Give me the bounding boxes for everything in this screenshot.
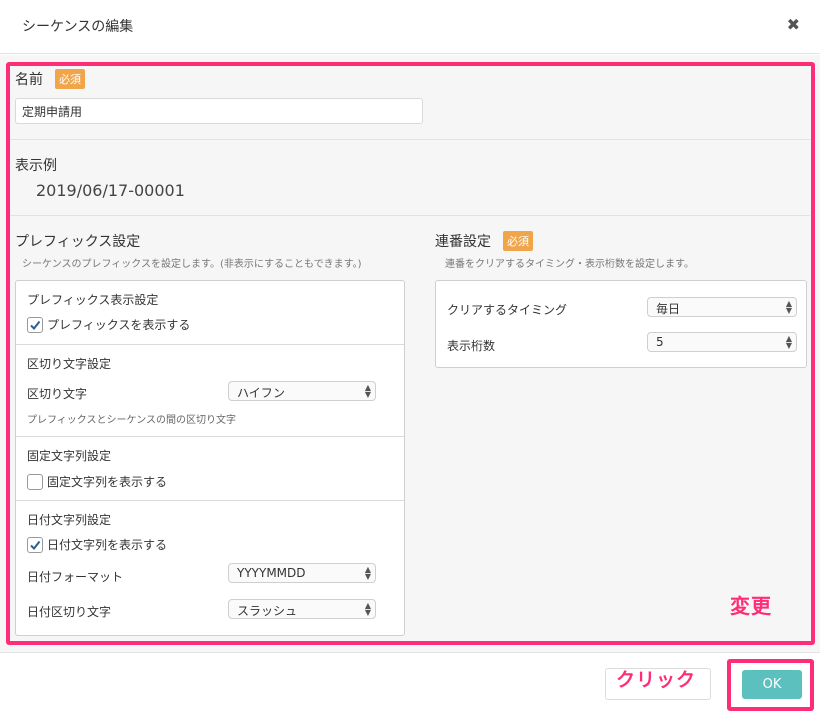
separator-label: 区切り文字 [27, 387, 88, 401]
ok-button[interactable]: OK [742, 670, 802, 699]
prefix-settings-panel: プレフィックス表示設定 プレフィックスを表示する 区切り文字設定 区切り文字 ハ… [15, 280, 405, 636]
digits-label: 表示桁数 [447, 339, 496, 353]
serial-settings-title-row: 連番設定 必須 [435, 231, 533, 251]
serial-settings-title: 連番設定 [435, 234, 491, 250]
checkmark-icon [30, 540, 41, 550]
separator-select-value: ハイフン [237, 386, 286, 400]
divider [10, 139, 810, 140]
fixed-string-checkbox-label: 固定文字列を表示する [47, 475, 168, 489]
fixed-string-checkbox-row[interactable]: 固定文字列を表示する [27, 473, 167, 490]
example-value: 2019/06/17-00001 [36, 181, 185, 200]
date-string-checkbox-label: 日付文字列を表示する [47, 538, 168, 552]
divider [10, 215, 810, 216]
date-string-checkbox[interactable] [27, 536, 43, 553]
select-arrows-icon: ▲ ▼ [364, 601, 371, 617]
dialog-body: 名前必須 表示例 2019/06/17-00001 プレフィックス設定 シーケン… [0, 55, 820, 652]
serial-settings-panel: クリアするタイミング 毎日 ▲ ▼ 表示桁数 5 ▲ ▼ [435, 280, 807, 368]
prefix-display-checkbox-row[interactable]: プレフィックスを表示する [27, 316, 190, 333]
clear-timing-select[interactable]: 毎日 ▲ ▼ [647, 297, 797, 317]
separator-hint: プレフィックスとシーケンスの間の区切り文字 [27, 415, 236, 426]
separator-select[interactable]: ハイフン ▲ ▼ [228, 381, 376, 401]
date-format-label: 日付フォーマット [27, 570, 124, 584]
fixed-string-title: 固定文字列設定 [27, 449, 112, 463]
clear-timing-label: クリアするタイミング [447, 303, 568, 317]
dialog-title: シーケンスの編集 [22, 19, 134, 35]
checkmark-icon [30, 320, 41, 330]
example-label: 表示例 [15, 158, 57, 174]
name-label: 名前 [15, 72, 43, 88]
prefix-settings-description: シーケンスのプレフィックスを設定します。(非表示にすることもできます。) [22, 259, 362, 270]
serial-settings-description: 連番をクリアするタイミング・表示桁数を設定します。 [445, 259, 694, 270]
date-string-title: 日付文字列設定 [27, 513, 112, 527]
date-format-select[interactable]: YYYYMMDD ▲ ▼ [228, 563, 376, 583]
date-separator-select[interactable]: スラッシュ ▲ ▼ [228, 599, 376, 619]
prefix-display-checkbox[interactable] [27, 316, 43, 333]
select-arrows-icon: ▲ ▼ [364, 383, 371, 399]
change-annotation: 変更 [730, 594, 772, 618]
close-icon[interactable]: ✖ [787, 15, 800, 34]
separator-section: 区切り文字設定 区切り文字 ハイフン ▲ ▼ プレフィックスとシーケンスの間の区切… [16, 345, 404, 437]
date-format-select-value: YYYYMMDD [237, 566, 306, 580]
required-badge: 必須 [503, 231, 533, 251]
separator-section-title: 区切り文字設定 [27, 357, 112, 371]
click-annotation: クリック [616, 669, 697, 691]
date-string-section: 日付文字列設定 日付文字列を表示する 日付フォーマット YYYYMMDD ▲ ▼ … [16, 501, 404, 637]
fixed-string-section: 固定文字列設定 固定文字列を表示する [16, 437, 404, 501]
name-input[interactable] [15, 98, 423, 124]
required-badge: 必須 [55, 69, 85, 89]
fixed-string-checkbox[interactable] [27, 473, 43, 490]
clear-timing-select-value: 毎日 [656, 302, 681, 316]
date-string-checkbox-row[interactable]: 日付文字列を表示する [27, 536, 167, 553]
digits-select[interactable]: 5 ▲ ▼ [647, 332, 797, 352]
digits-select-value: 5 [656, 335, 664, 349]
prefix-display-section: プレフィックス表示設定 プレフィックスを表示する [16, 281, 404, 345]
date-separator-select-value: スラッシュ [237, 604, 298, 618]
prefix-display-title: プレフィックス表示設定 [27, 293, 159, 307]
select-arrows-icon: ▲ ▼ [364, 565, 371, 581]
dialog-header: シーケンスの編集 ✖ [0, 0, 820, 54]
dialog-footer: クリック OK [0, 652, 820, 713]
select-arrows-icon: ▲ ▼ [785, 334, 792, 350]
name-label-row: 名前 必須 [15, 69, 85, 89]
prefix-display-checkbox-label: プレフィックスを表示する [47, 318, 191, 332]
select-arrows-icon: ▲ ▼ [785, 299, 792, 315]
prefix-settings-title: プレフィックス設定 [15, 234, 141, 250]
date-separator-label: 日付区切り文字 [27, 605, 112, 619]
